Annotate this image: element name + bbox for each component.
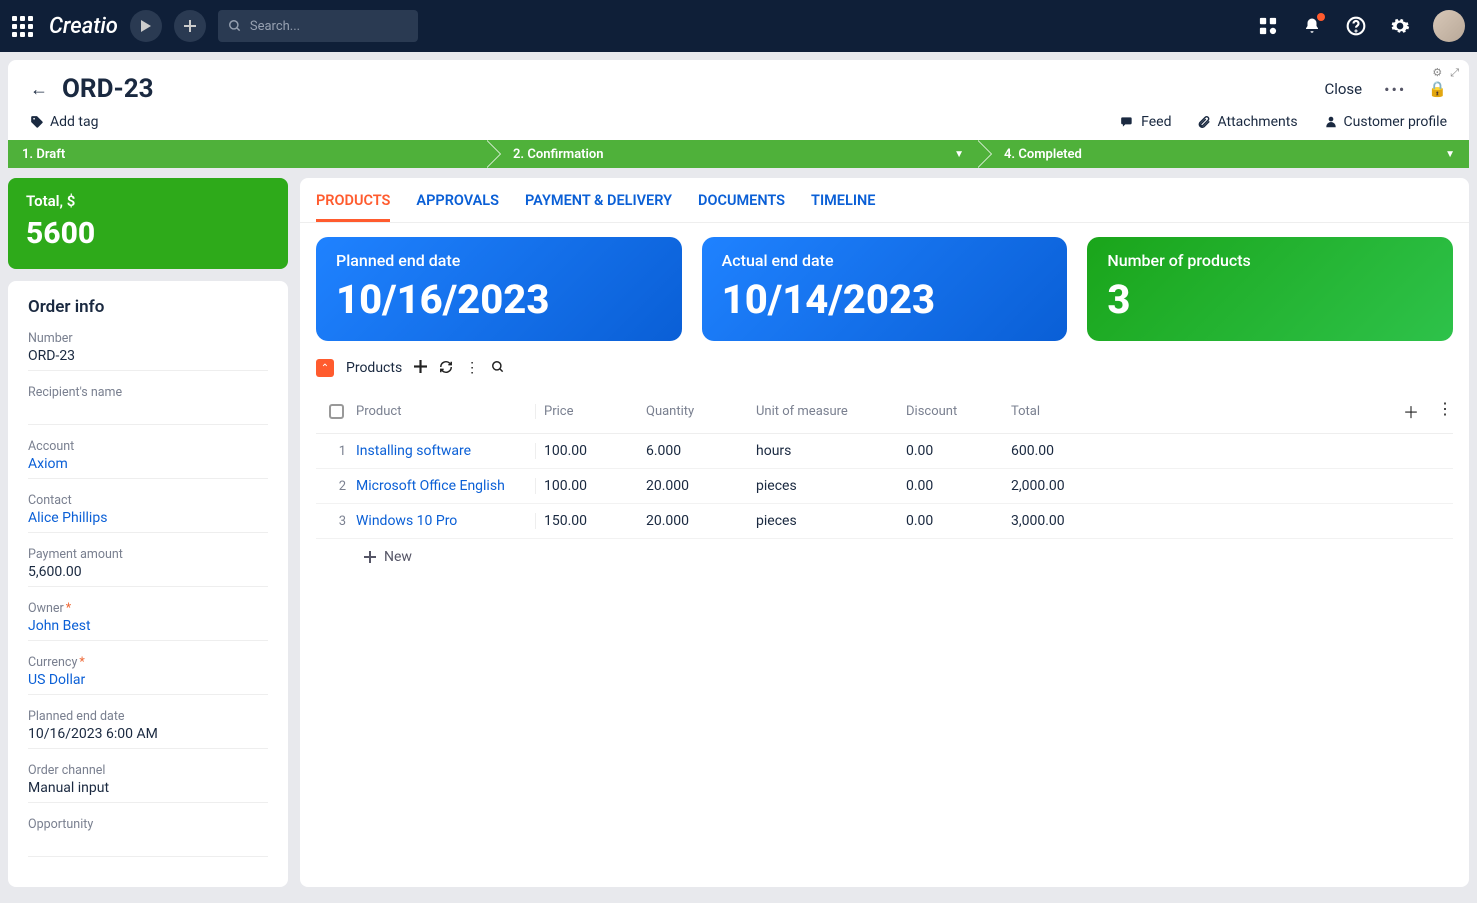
- select-all-checkbox[interactable]: [316, 404, 356, 419]
- table-row[interactable]: 1Installing software100.006.000hours0.00…: [316, 434, 1453, 469]
- more-actions-icon[interactable]: •••: [1384, 80, 1406, 99]
- add-tag-label: Add tag: [50, 114, 98, 130]
- panel-gear-icon[interactable]: ⚙: [1432, 66, 1442, 80]
- field-order-channel[interactable]: Order channelManual input: [28, 763, 268, 803]
- chevron-down-icon: ▼: [954, 149, 964, 160]
- attachments-link[interactable]: Attachments: [1197, 114, 1297, 130]
- logo: Creatio: [49, 14, 118, 39]
- add-product-icon[interactable]: [414, 360, 427, 376]
- tab-products[interactable]: PRODUCTS: [316, 192, 390, 222]
- search-placeholder: Search...: [250, 19, 300, 34]
- user-avatar[interactable]: [1433, 10, 1465, 42]
- search-input[interactable]: Search...: [218, 10, 418, 42]
- tab-approvals[interactable]: APPROVALS: [416, 192, 499, 222]
- total-label: Total, $: [26, 192, 270, 210]
- th-uom[interactable]: Unit of measure: [756, 404, 906, 419]
- table-row[interactable]: 3Windows 10 Pro150.0020.000pieces0.003,0…: [316, 504, 1453, 539]
- field-account[interactable]: AccountAxiom: [28, 439, 268, 479]
- th-price[interactable]: Price: [536, 404, 646, 419]
- field-currency[interactable]: Currency*US Dollar: [28, 655, 268, 695]
- order-info-card: Order info NumberORD-23 Recipient's name A…: [8, 281, 288, 887]
- field-opportunity[interactable]: Opportunity: [28, 817, 268, 857]
- topbar: Creatio Search...: [0, 0, 1477, 52]
- field-contact[interactable]: ContactAlice Phillips: [28, 493, 268, 533]
- table-settings-icon[interactable]: ⋮: [1437, 399, 1453, 423]
- field-number[interactable]: NumberORD-23: [28, 331, 268, 371]
- page-header-card: ⚙ ⤢ ← ORD-23 Close ••• 🔒 Add tag Feed At…: [8, 60, 1469, 140]
- section-search-icon[interactable]: [491, 360, 505, 376]
- apps-icon[interactable]: [12, 16, 33, 37]
- feed-link[interactable]: Feed: [1119, 114, 1171, 130]
- marketplace-icon[interactable]: [1257, 15, 1279, 37]
- collapse-section-button[interactable]: ⌃: [316, 359, 334, 377]
- tab-documents[interactable]: DOCUMENTS: [698, 192, 785, 222]
- metric-2: Number of products3: [1087, 237, 1453, 341]
- tab-timeline[interactable]: TIMELINE: [811, 192, 875, 222]
- tab-payment-delivery[interactable]: PAYMENT & DELIVERY: [525, 192, 672, 222]
- metric-1: Actual end date10/14/2023: [702, 237, 1068, 341]
- refresh-icon[interactable]: [439, 360, 453, 376]
- main-panel: PRODUCTS APPROVALS PAYMENT & DELIVERY DOCUM…: [300, 178, 1469, 887]
- new-row-label: New: [384, 549, 412, 565]
- customer-profile-link[interactable]: Customer profile: [1324, 114, 1447, 130]
- products-table: Product Price Quantity Unit of measure D…: [316, 389, 1453, 565]
- th-discount[interactable]: Discount: [906, 404, 1011, 419]
- product-link[interactable]: Installing software: [356, 443, 471, 459]
- stage-bar: 1. Draft2. Confirmation▼4. Completed▼: [8, 140, 1469, 168]
- settings-icon[interactable]: [1389, 15, 1411, 37]
- expand-icon[interactable]: ⤢: [1450, 66, 1459, 80]
- table-add-column-icon[interactable]: ＋: [1403, 399, 1419, 423]
- products-section-title: Products: [346, 360, 402, 376]
- metric-0: Planned end date10/16/2023: [316, 237, 682, 341]
- add-tag-button[interactable]: Add tag: [30, 114, 98, 130]
- stage-1[interactable]: 1. Draft: [8, 140, 487, 168]
- notifications-icon[interactable]: [1301, 15, 1323, 37]
- section-more-icon[interactable]: ⋮: [465, 360, 479, 376]
- field-owner[interactable]: Owner*John Best: [28, 601, 268, 641]
- th-total[interactable]: Total: [1011, 404, 1131, 419]
- total-value: 5600: [26, 216, 270, 251]
- order-info-title: Order info: [28, 297, 268, 317]
- stage-2[interactable]: 2. Confirmation▼: [487, 140, 978, 168]
- close-button[interactable]: Close: [1324, 80, 1362, 98]
- back-arrow-icon[interactable]: ←: [30, 79, 48, 100]
- stage-3[interactable]: 4. Completed▼: [978, 140, 1469, 168]
- lock-icon[interactable]: 🔒: [1428, 80, 1447, 98]
- chevron-down-icon: ▼: [1445, 149, 1455, 160]
- page-title: ORD-23: [62, 74, 154, 104]
- field-planned-end-date[interactable]: Planned end date10/16/2023 6:00 AM: [28, 709, 268, 749]
- product-link[interactable]: Windows 10 Pro: [356, 513, 457, 529]
- new-row-button[interactable]: New: [316, 539, 1453, 565]
- total-card: Total, $ 5600: [8, 178, 288, 269]
- th-quantity[interactable]: Quantity: [646, 404, 756, 419]
- field-payment-amount[interactable]: Payment amount5,600.00: [28, 547, 268, 587]
- table-row[interactable]: 2Microsoft Office English100.0020.000pie…: [316, 469, 1453, 504]
- th-product[interactable]: Product: [356, 404, 536, 419]
- help-icon[interactable]: [1345, 15, 1367, 37]
- add-button[interactable]: [174, 10, 206, 42]
- product-link[interactable]: Microsoft Office English: [356, 478, 505, 494]
- field-recipient-s-name[interactable]: Recipient's name: [28, 385, 268, 425]
- notification-dot: [1317, 13, 1325, 21]
- play-button[interactable]: [130, 10, 162, 42]
